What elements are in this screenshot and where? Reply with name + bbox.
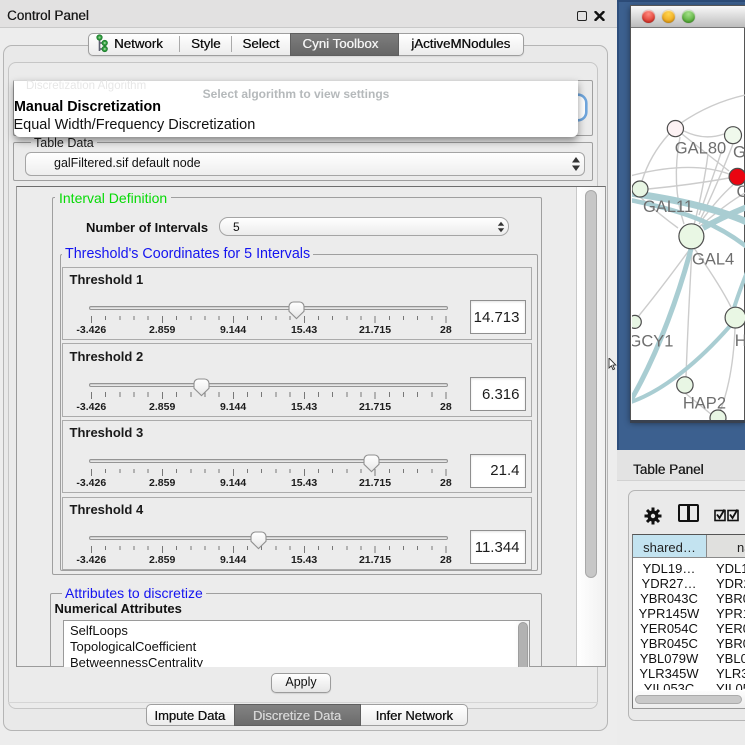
- svg-text:GAL4: GAL4: [692, 251, 734, 269]
- svg-text:GAL80: GAL80: [675, 140, 726, 158]
- svg-text:HAP2: HAP2: [683, 395, 726, 413]
- svg-text:C: C: [737, 183, 745, 201]
- svg-text:GAL11: GAL11: [643, 198, 693, 216]
- svg-text:GA: GA: [733, 144, 745, 162]
- svg-text:H: H: [735, 332, 745, 350]
- svg-text:GCY1: GCY1: [632, 333, 673, 351]
